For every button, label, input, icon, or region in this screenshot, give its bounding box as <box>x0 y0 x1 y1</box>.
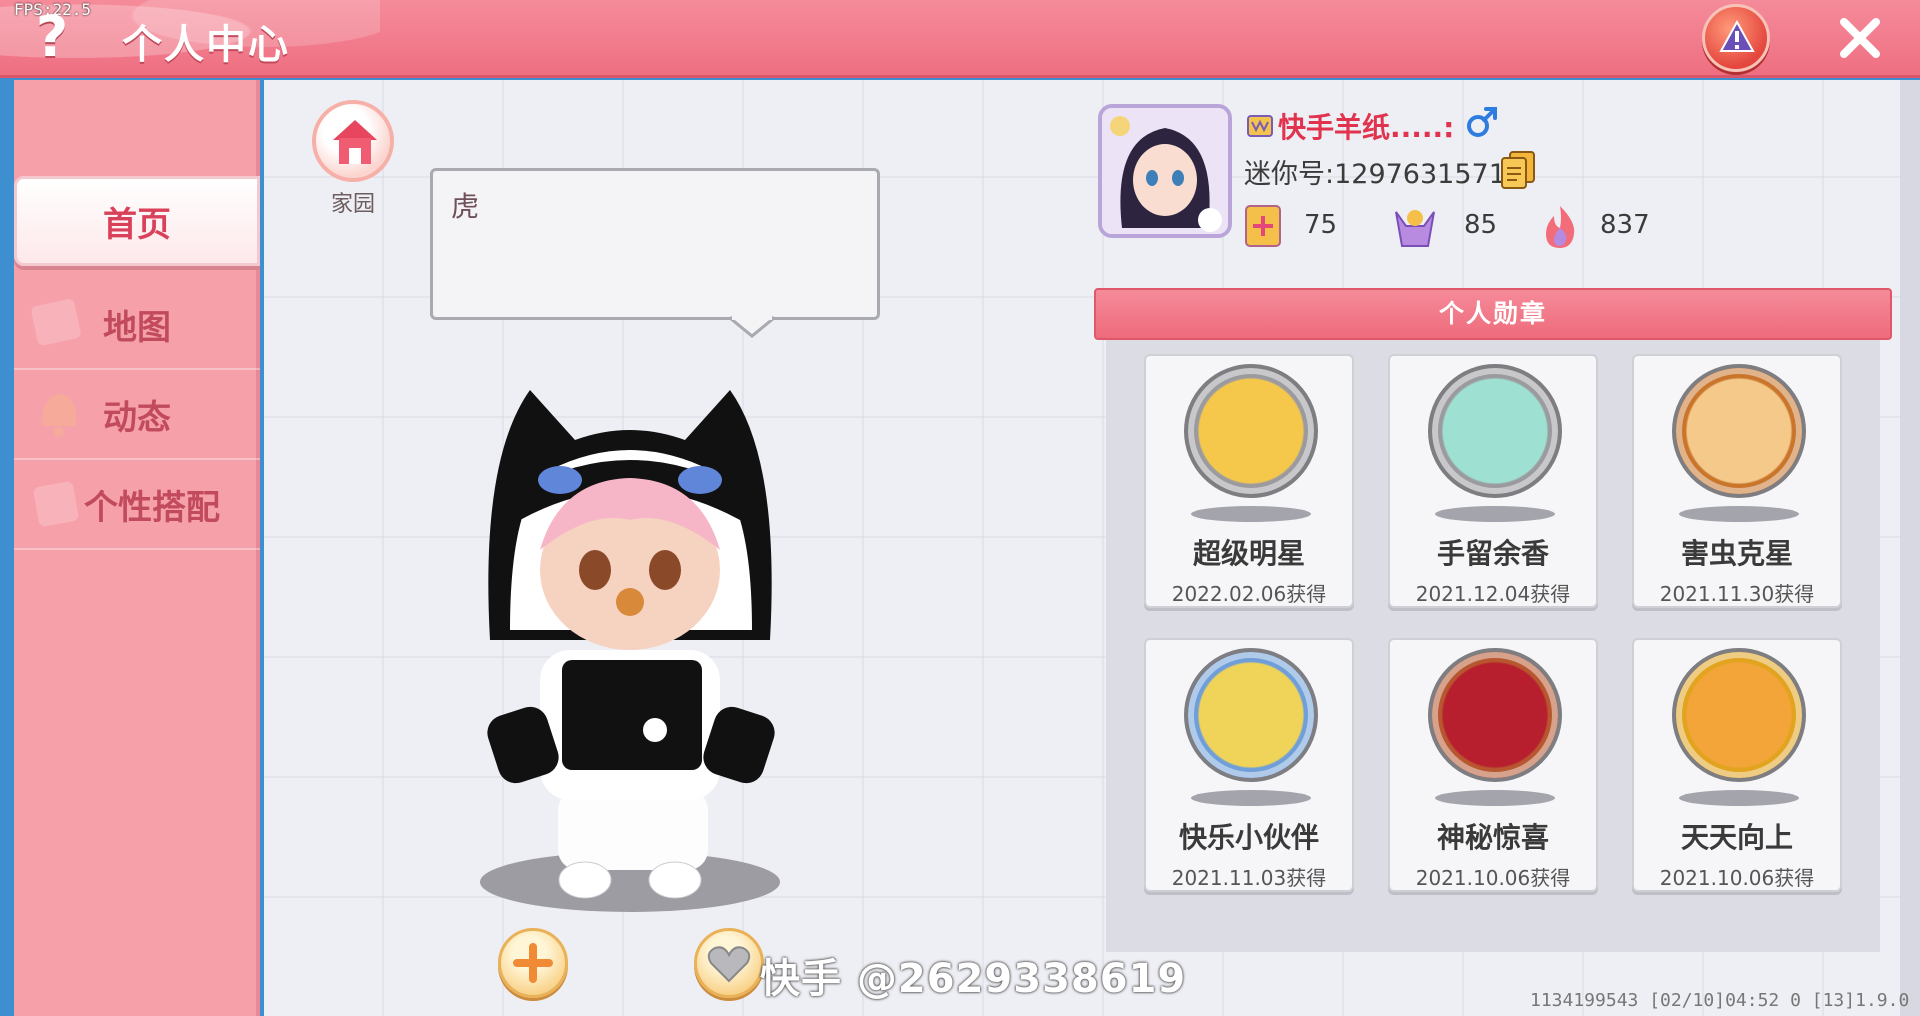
medal-card[interactable]: 超级明星 2022.02.06获得 <box>1144 354 1354 608</box>
medal-date: 2021.10.06获得 <box>1415 866 1571 890</box>
medal-name: 神秘惊喜 <box>1436 821 1549 854</box>
medal-card[interactable]: 害虫克星 2021.11.30获得 <box>1632 354 1842 608</box>
home-label: 家园 <box>330 192 375 217</box>
heart-icon <box>707 946 751 983</box>
sidebar-item-label: 个性搭配 <box>84 487 220 528</box>
medal-badge-icon <box>1672 648 1806 782</box>
medal-date: 2021.10.06获得 <box>1659 866 1815 890</box>
stat-value: 837 <box>1600 210 1650 240</box>
medals-header: 个人勋章 <box>1094 288 1892 340</box>
medal-badge-icon <box>1672 364 1806 498</box>
sidebar-item-feed[interactable]: 动态 <box>14 370 260 460</box>
medal-name: 快乐小伙伴 <box>1178 821 1319 854</box>
medal-card[interactable]: 手留余香 2021.12.04获得 <box>1388 354 1598 608</box>
close-icon <box>1840 18 1880 58</box>
stat-popularity: 837 <box>1540 204 1650 250</box>
medal-card[interactable]: 快乐小伙伴 2021.11.03获得 <box>1144 638 1354 892</box>
avatar-image <box>1102 108 1228 234</box>
cheer-icon <box>1395 210 1435 247</box>
profile-avatar[interactable] <box>1098 104 1232 238</box>
wardrobe-icon <box>33 481 79 527</box>
medal-shadow <box>1191 506 1311 522</box>
medal-date: 2021.12.04获得 <box>1415 582 1571 606</box>
medal-date: 2021.11.03获得 <box>1171 866 1327 890</box>
flame-icon <box>1546 206 1575 248</box>
medal-name: 手留余香 <box>1436 537 1549 570</box>
bell-icon <box>42 394 77 437</box>
medal-name: 天天向上 <box>1680 821 1793 854</box>
stat-likes: 85 <box>1392 204 1497 250</box>
house-icon <box>333 120 377 164</box>
medal-badge-icon <box>1428 648 1562 782</box>
bubble-tail <box>730 312 774 338</box>
close-button[interactable] <box>1834 12 1886 64</box>
medal-shadow <box>1679 506 1799 522</box>
sidebar-item-outfit[interactable]: 个性搭配 <box>14 460 260 550</box>
help-icon[interactable]: ? <box>30 8 74 68</box>
footer-info: 1134199543 [02/10]04:52 0 [13]1.9.0 <box>1530 990 1910 1011</box>
vip-badge-icon <box>1247 115 1273 137</box>
map-icon <box>31 299 81 346</box>
medal-name: 超级明星 <box>1192 537 1305 570</box>
watermark: 快手 @2629338619 <box>760 956 1187 1002</box>
signature-text: 虎 <box>451 190 480 223</box>
username: 快手羊纸.....: <box>1278 111 1455 144</box>
male-icon <box>1467 107 1497 137</box>
player-avatar[interactable] <box>470 370 790 930</box>
plus-card-icon <box>1245 205 1281 247</box>
medal-shadow <box>1435 506 1555 522</box>
stat-favorites: 75 <box>1244 204 1337 250</box>
plus-icon <box>513 943 553 983</box>
medal-date: 2022.02.06获得 <box>1171 582 1327 606</box>
medal-date: 2021.11.30获得 <box>1659 582 1815 606</box>
signature-bubble[interactable]: 虎 <box>430 168 880 320</box>
scroll-edge <box>1900 80 1920 1016</box>
sidebar-item-label: 首页 <box>103 204 171 245</box>
medal-name: 害虫克星 <box>1680 537 1793 570</box>
sidebar-item-label: 地图 <box>103 307 171 348</box>
sidebar-item-map[interactable]: 地图 <box>14 280 260 370</box>
medal-card[interactable]: 神秘惊喜 2021.10.06获得 <box>1388 638 1598 892</box>
sidebar: 首页 地图 动态 个性搭配 <box>14 80 260 1016</box>
report-button[interactable] <box>1702 4 1770 72</box>
add-button[interactable] <box>498 928 568 998</box>
stat-value: 75 <box>1304 210 1338 240</box>
medal-badge-icon <box>1428 364 1562 498</box>
warning-icon <box>1719 19 1755 52</box>
medal-shadow <box>1679 790 1799 806</box>
stat-value: 85 <box>1464 210 1498 240</box>
medal-shadow <box>1435 790 1555 806</box>
like-button[interactable] <box>694 928 764 998</box>
mini-id: 迷你号:1297631571 <box>1244 159 1506 190</box>
home-button[interactable] <box>312 100 394 182</box>
sidebar-item-home[interactable]: 首页 <box>14 176 260 266</box>
medal-card[interactable]: 天天向上 2021.10.06获得 <box>1632 638 1842 892</box>
medal-shadow <box>1191 790 1311 806</box>
sidebar-item-label: 动态 <box>103 397 171 438</box>
medal-badge-icon <box>1184 648 1318 782</box>
medal-badge-icon <box>1184 364 1318 498</box>
copy-icon[interactable] <box>1500 150 1536 190</box>
page-title: 个人中心 <box>122 22 290 68</box>
